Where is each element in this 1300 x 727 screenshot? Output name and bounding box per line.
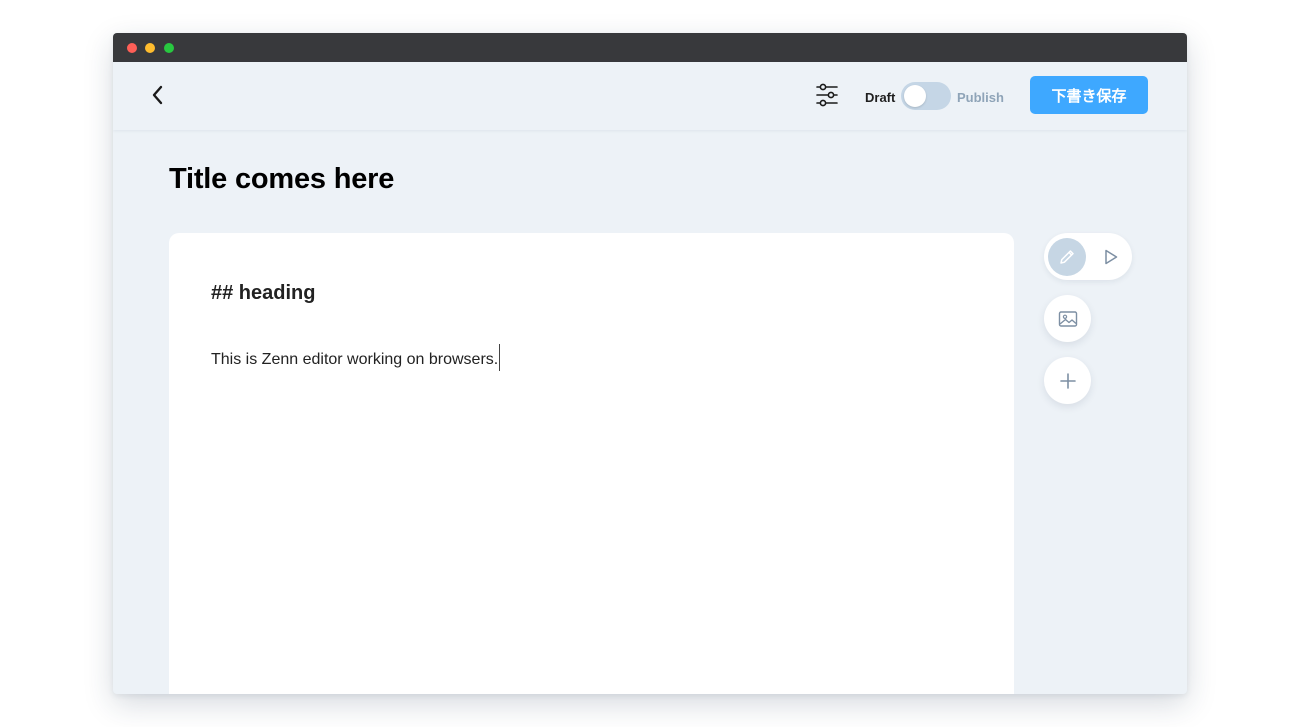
publish-label: Publish [957, 90, 1004, 105]
markdown-heading-line: ## heading [211, 282, 316, 304]
markdown-body-line: This is Zenn editor working on browsers. [211, 344, 501, 371]
publish-toggle[interactable] [901, 82, 951, 110]
add-block-button[interactable] [1044, 357, 1091, 404]
settings-button[interactable] [815, 82, 839, 108]
window-minimize-dot[interactable] [145, 43, 155, 53]
play-icon [1105, 249, 1118, 265]
insert-image-button[interactable] [1044, 295, 1091, 342]
preview-mode-button[interactable] [1096, 242, 1126, 272]
window-titlebar [113, 33, 1187, 62]
app-window: Draft Publish 下書き保存 Title comes here ## … [113, 33, 1187, 694]
markdown-editor[interactable]: ## heading This is Zenn editor working o… [169, 233, 1014, 694]
pencil-icon [1060, 250, 1074, 264]
text-caret [499, 344, 501, 371]
back-button[interactable] [145, 82, 171, 108]
window-close-dot[interactable] [127, 43, 137, 53]
sliders-icon [816, 83, 838, 107]
save-draft-button[interactable]: 下書き保存 [1030, 76, 1148, 114]
article-title[interactable]: Title comes here [169, 163, 394, 196]
image-icon [1058, 310, 1077, 327]
window-maximize-dot[interactable] [164, 43, 174, 53]
chevron-left-icon [152, 85, 163, 105]
toggle-knob [904, 85, 926, 107]
plus-icon [1059, 372, 1076, 389]
edit-mode-button[interactable] [1048, 238, 1086, 276]
editor-header: Draft Publish 下書き保存 [113, 62, 1187, 130]
mode-switch [1044, 233, 1132, 280]
draft-label: Draft [865, 90, 896, 105]
markdown-body-text: This is Zenn editor working on browsers. [211, 351, 499, 368]
